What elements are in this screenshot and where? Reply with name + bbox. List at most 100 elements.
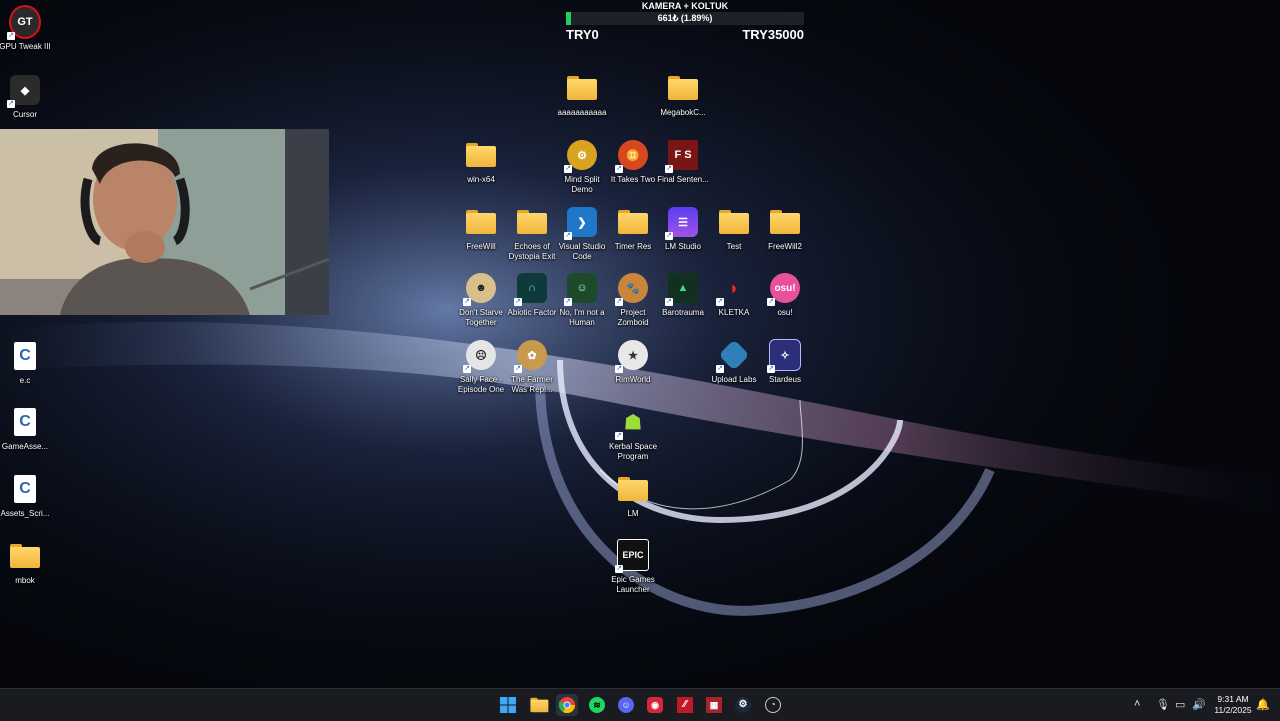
desktop-icon-rimworld[interactable]: ★ ↗ RimWorld xyxy=(604,339,662,385)
goal-min-label: TRY0 xyxy=(566,27,599,42)
taskbar-clock[interactable]: 9:31 AM 11/2/2025 xyxy=(1210,694,1256,716)
desktop-icon-vscode[interactable]: ❯ ↗ Visual Studio Code xyxy=(553,206,611,262)
spotify-icon: ≋ xyxy=(589,697,605,713)
taskbar-app-game[interactable]: ▦ xyxy=(703,694,725,716)
desktop-icon-gameassets[interactable]: C GameAsse... xyxy=(0,406,54,452)
taskbar-app-slash[interactable]: ⁄⁄ xyxy=(674,694,696,716)
folder-icon xyxy=(10,544,40,568)
shortcut-arrow-icon: ↗ xyxy=(716,298,724,306)
desktop-icon-kletka[interactable]: ◗ ↗ KLETKA xyxy=(705,272,763,318)
discord-icon: ☺ xyxy=(618,697,634,713)
network-icon[interactable]: ▭ xyxy=(1175,698,1185,711)
c-file-icon-text: C xyxy=(19,480,31,497)
desktop-icon-label: Barotrauma xyxy=(662,308,704,317)
desktop-icon-label: aaaaaaaaaaa xyxy=(557,108,607,117)
desktop-icon-assets-scripts[interactable]: C Assets_Scri... xyxy=(0,473,54,519)
folder-icon xyxy=(466,210,496,234)
taskbar-app-red[interactable]: ◉ xyxy=(644,694,666,716)
taskbar-app-circle[interactable]: ◔ xyxy=(762,694,784,716)
desktop-icon-barotrauma[interactable]: ▲ ↗ Barotrauma xyxy=(654,272,712,318)
desktop-icon-label: Don't Starve Together xyxy=(459,308,503,327)
folder-icon xyxy=(668,76,698,100)
desktop-icon-mbok[interactable]: mbok xyxy=(0,540,54,586)
desktop-icon-upload-labs[interactable]: ↗ Upload Labs xyxy=(705,339,763,385)
desktop-icon-label: LM Studio xyxy=(664,242,702,251)
desktop-icon-label: KLETKA xyxy=(718,308,750,317)
taskbar-file-explorer[interactable] xyxy=(526,694,549,716)
desktop-icon-mind-split[interactable]: ⚙ ↗ Mind Split Demo xyxy=(553,139,611,195)
c-file-icon: C xyxy=(14,475,36,503)
desktop-icon-label: e.c xyxy=(19,376,31,385)
desktop-icon-test[interactable]: Test xyxy=(705,206,763,252)
shortcut-arrow-icon: ↗ xyxy=(615,432,623,440)
desktop-icon-label: Mind Split Demo xyxy=(564,175,600,194)
shortcut-arrow-icon: ↗ xyxy=(463,298,471,306)
volume-icon[interactable]: 🔊 xyxy=(1192,698,1206,711)
taskbar-discord[interactable]: ☺ xyxy=(615,694,637,716)
desktop-icon-farmer[interactable]: ✿ ↗ The Farmer Was Repl... xyxy=(503,339,561,395)
desktop-icon-stardeus[interactable]: ✧ ↗ Stardeus xyxy=(756,339,814,385)
slash-app-icon: ⁄⁄ xyxy=(677,697,693,713)
desktop-icon-lm-studio[interactable]: ☰ ↗ LM Studio xyxy=(654,206,712,252)
taskbar-chrome[interactable] xyxy=(556,694,578,716)
shortcut-arrow-icon: ↗ xyxy=(716,365,724,373)
shortcut-arrow-icon: ↗ xyxy=(615,165,623,173)
desktop-icon-dont-starve[interactable]: ☻ ↗ Don't Starve Together xyxy=(452,272,510,328)
shortcut-arrow-icon: ↗ xyxy=(7,32,15,40)
notification-bell-icon[interactable]: 🔔 xyxy=(1256,698,1270,711)
windows-logo-icon xyxy=(500,697,516,713)
desktop-icon-label: FreeWill2 xyxy=(768,242,802,251)
clock-date: 11/2/2025 xyxy=(1214,705,1252,715)
taskbar-steam[interactable]: ⚙ xyxy=(732,694,754,716)
folder-icon xyxy=(618,210,648,234)
osu-icon-text: osu! xyxy=(774,282,796,294)
desktop-icon-freewill[interactable]: FreeWill xyxy=(452,206,510,252)
folder-icon xyxy=(567,76,597,100)
desktop-icon-label: GPU Tweak III xyxy=(0,42,51,51)
desktop-icon-label: Sally Face - Episode One xyxy=(457,375,505,394)
webcam-overlay xyxy=(0,129,329,315)
clock-time: 9:31 AM xyxy=(1217,694,1249,704)
desktop-icon-osu[interactable]: osu! ↗ osu! xyxy=(756,272,814,318)
c-file-icon-text: C xyxy=(19,413,31,430)
shortcut-arrow-icon: ↗ xyxy=(615,565,623,573)
desktop-icon-label: RimWorld xyxy=(615,375,651,384)
shortcut-arrow-icon: ↗ xyxy=(767,365,775,373)
desktop-icon-gpu-tweak[interactable]: GT ↗ GPU Tweak III xyxy=(0,5,54,52)
desktop-icon-label: Test xyxy=(726,242,742,251)
desktop-icon-lm[interactable]: LM xyxy=(604,473,662,519)
goal-title: KAMERA + KOLTUK xyxy=(641,1,729,11)
desktop-icon-final-sentence[interactable]: F S ↗ Final Senten... xyxy=(654,139,712,185)
desktop-icon-label: FreeWill xyxy=(466,242,496,251)
shortcut-arrow-icon: ↗ xyxy=(767,298,775,306)
start-button[interactable] xyxy=(497,694,519,716)
microphone-icon[interactable]: 🎙 xyxy=(1156,698,1170,711)
desktop-icon-winx64[interactable]: win-x64 xyxy=(452,139,510,185)
desktop-icon-cursor[interactable]: ◆ ↗ Cursor xyxy=(0,74,54,120)
desktop-icon-sally-face[interactable]: ☹ ↗ Sally Face - Episode One xyxy=(452,339,510,395)
shortcut-arrow-icon: ↗ xyxy=(665,232,673,240)
epic-icon-text: EPIC xyxy=(622,550,644,560)
desktop-icon-label: osu! xyxy=(777,308,793,317)
desktop-icon-megabok[interactable]: MegabokC... xyxy=(654,72,712,118)
webcam-person-image xyxy=(0,129,329,315)
goal-max-label: TRY35000 xyxy=(742,27,804,42)
desktop-icon-label: The Farmer Was Repl... xyxy=(511,375,553,394)
folder-icon xyxy=(517,210,547,234)
folder-icon xyxy=(719,210,749,234)
desktop-icon-aaaa[interactable]: aaaaaaaaaaa xyxy=(553,72,611,118)
desktop-icon-epic[interactable]: EPIC ↗ Epic Games Launcher xyxy=(604,539,662,595)
shortcut-arrow-icon: ↗ xyxy=(564,232,572,240)
shortcut-arrow-icon: ↗ xyxy=(665,298,673,306)
chevron-up-icon[interactable]: ˄ xyxy=(1134,698,1140,710)
desktop-icon-freewill2[interactable]: FreeWill2 xyxy=(756,206,814,252)
game-app-icon: ▦ xyxy=(706,697,722,713)
desktop-icon-label: mbok xyxy=(15,576,35,585)
desktop-icon-ksp[interactable]: ☗ ↗ Kerbal Space Program xyxy=(604,406,662,462)
goal-progress-bar: 661₺ (1.89%) xyxy=(566,12,804,25)
shortcut-arrow-icon: ↗ xyxy=(564,298,572,306)
desktop-icon-ec[interactable]: C e.c xyxy=(0,340,54,386)
desktop-icon-no-im-not-human[interactable]: ☺ ↗ No, I'm not a Human xyxy=(553,272,611,328)
taskbar-spotify[interactable]: ≋ xyxy=(586,694,608,716)
shortcut-arrow-icon: ↗ xyxy=(514,298,522,306)
